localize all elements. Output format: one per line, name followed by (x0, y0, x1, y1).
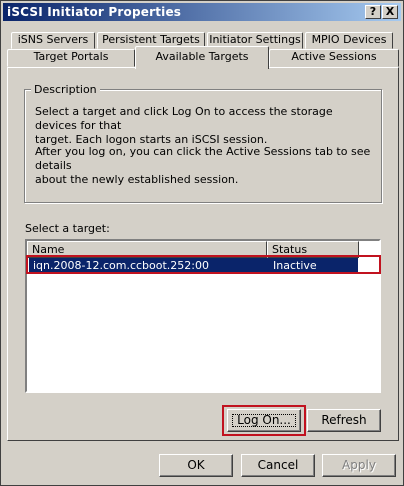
tab-available-targets[interactable]: Available Targets (135, 46, 269, 69)
close-button[interactable]: X (382, 5, 398, 19)
apply-button[interactable]: Apply (322, 454, 396, 477)
help-button[interactable]: ? (365, 5, 381, 19)
column-header-name[interactable]: Name (27, 241, 267, 258)
iscsi-properties-window: iSCSI Initiator Properties ? X iSNS Serv… (0, 0, 404, 486)
tab-target-portals[interactable]: Target Portals (7, 49, 135, 67)
tab-active-sessions[interactable]: Active Sessions (269, 49, 399, 67)
description-label: Description (31, 83, 100, 96)
refresh-button[interactable]: Refresh (307, 409, 381, 432)
description-line: about the newly established session. (35, 173, 239, 186)
cancel-button[interactable]: Cancel (241, 454, 315, 477)
tab-isns-servers[interactable]: iSNS Servers (11, 32, 95, 49)
description-line: Select a target and click Log On to acce… (35, 105, 333, 132)
ok-button[interactable]: OK (159, 454, 233, 477)
log-on-label: Log On... (237, 413, 291, 427)
description-text-1: Select a target and click Log On to acce… (35, 105, 375, 147)
table-row[interactable]: iqn.2008-12.com.ccboot.252:00 Inactive (29, 258, 358, 273)
targets-listview[interactable]: Name Status iqn.2008-12.com.ccboot.252:0… (25, 239, 381, 393)
target-status: Inactive (273, 259, 317, 272)
description-line: After you log on, you can click the Acti… (35, 145, 371, 172)
description-text-2: After you log on, you can click the Acti… (35, 145, 375, 187)
window-title: iSCSI Initiator Properties (7, 5, 182, 19)
target-name: iqn.2008-12.com.ccboot.252:00 (33, 259, 209, 272)
select-target-label: Select a target: (25, 222, 110, 235)
tab-mpio-devices[interactable]: MPIO Devices (305, 32, 393, 49)
column-header-status[interactable]: Status (267, 241, 359, 258)
title-bar[interactable]: iSCSI Initiator Properties ? X (3, 3, 401, 21)
log-on-button[interactable]: Log On... (227, 409, 301, 432)
